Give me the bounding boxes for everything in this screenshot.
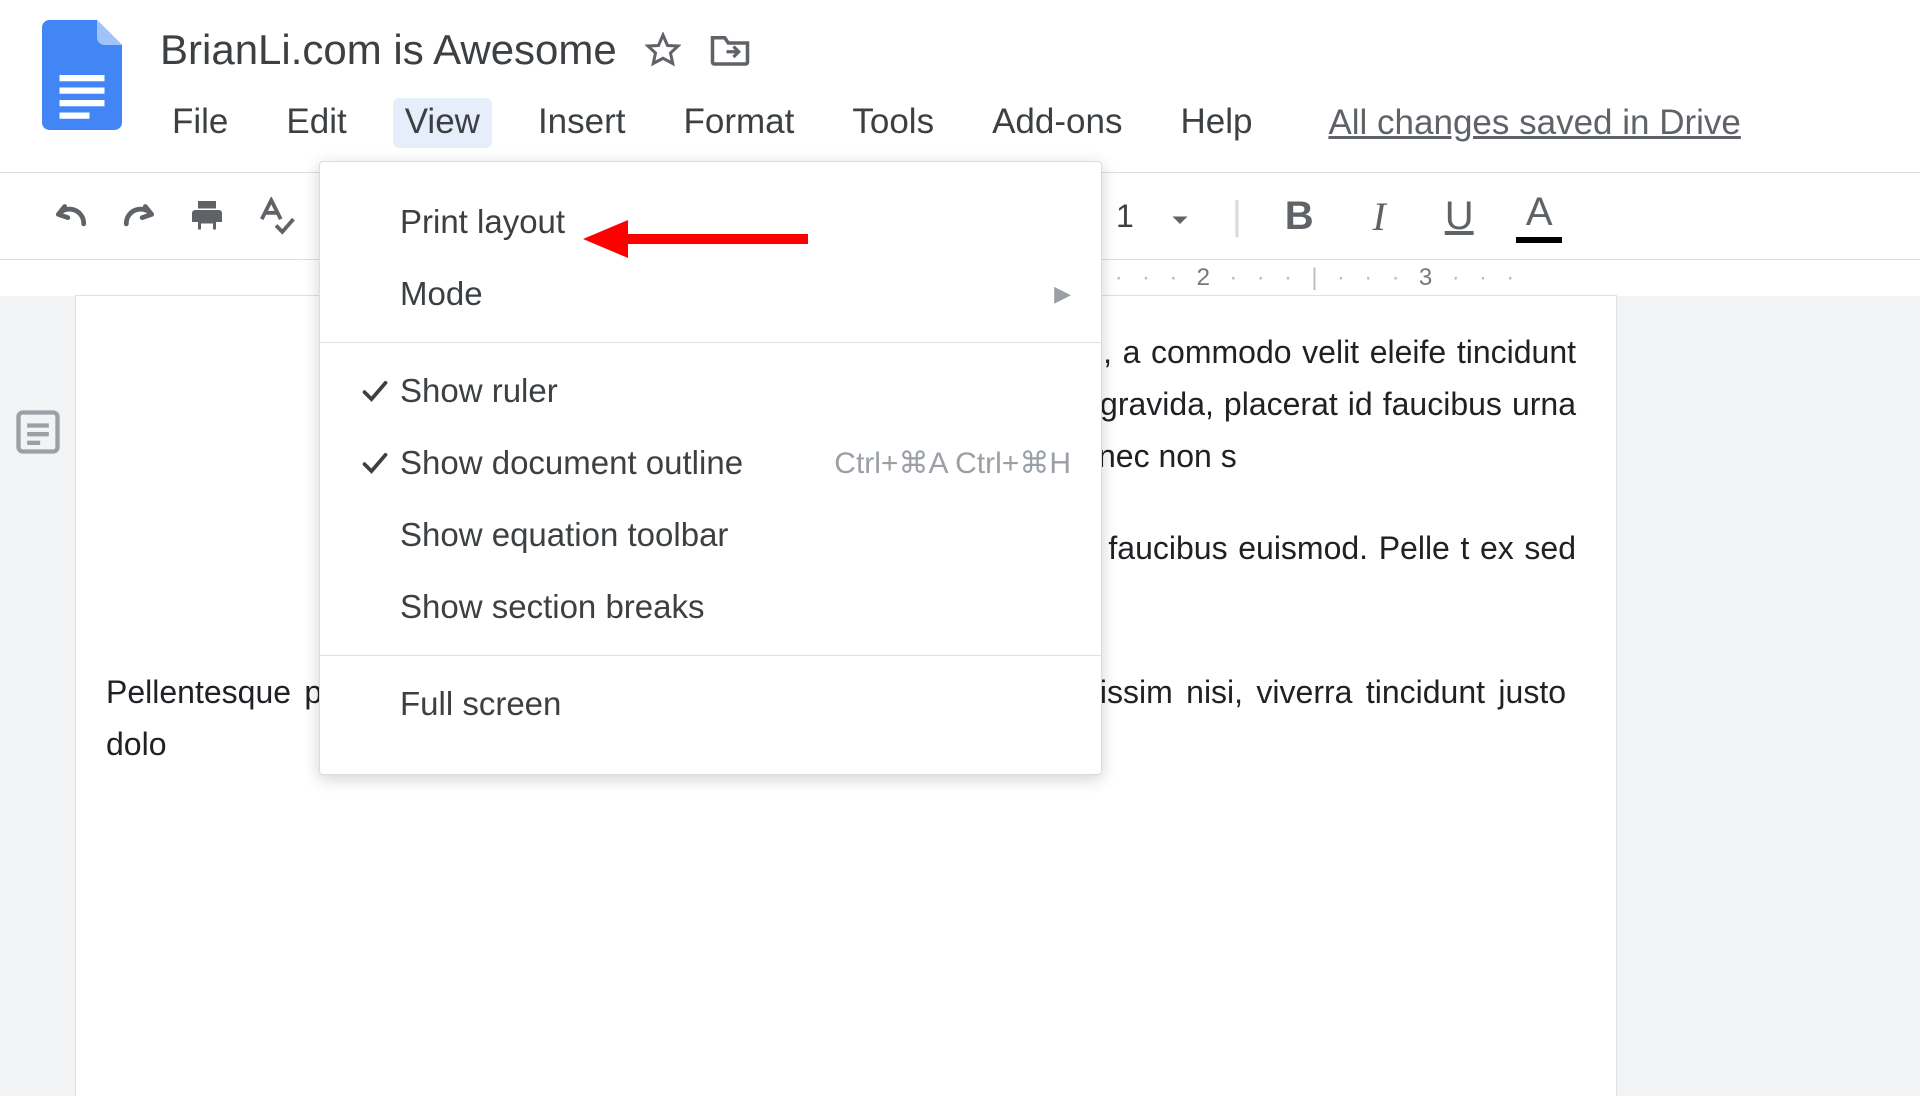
menu-item-full-screen[interactable]: Full screen bbox=[320, 668, 1101, 740]
toolbar-separator: | bbox=[1232, 194, 1242, 239]
submenu-arrow-icon: ▶ bbox=[1054, 281, 1071, 307]
move-folder-icon[interactable] bbox=[709, 32, 751, 68]
menu-item-show-ruler[interactable]: Show ruler bbox=[320, 355, 1101, 427]
ruler-ticks: · · · bbox=[1434, 264, 1525, 292]
outline-icon[interactable] bbox=[12, 406, 64, 1096]
menu-file[interactable]: File bbox=[160, 98, 240, 148]
menu-help[interactable]: Help bbox=[1168, 98, 1264, 148]
font-size-value: 1 bbox=[1116, 198, 1134, 235]
menu-item-shortcut: Ctrl+⌘A Ctrl+⌘H bbox=[834, 446, 1071, 481]
annotation-arrow bbox=[583, 214, 813, 269]
menu-format[interactable]: Format bbox=[672, 98, 807, 148]
menu-item-label: Show section breaks bbox=[400, 588, 1071, 626]
menu-item-label: Show document outline bbox=[400, 444, 834, 482]
save-status[interactable]: All changes saved in Drive bbox=[1328, 103, 1740, 143]
document-title[interactable]: BrianLi.com is Awesome bbox=[160, 26, 617, 74]
docs-logo-icon bbox=[40, 20, 124, 130]
menu-addons[interactable]: Add-ons bbox=[980, 98, 1134, 148]
menu-separator bbox=[320, 655, 1101, 656]
ruler-ticks: · · · bbox=[1106, 264, 1197, 292]
menu-edit[interactable]: Edit bbox=[274, 98, 358, 148]
dropdown-caret-icon bbox=[1170, 198, 1190, 235]
toolbar-right: 1 | B I U A bbox=[1108, 173, 1562, 259]
app-header: BrianLi.com is Awesome File Edit View In… bbox=[0, 0, 1920, 148]
menu-item-show-equation-toolbar[interactable]: Show equation toolbar bbox=[320, 499, 1101, 571]
ruler-mark-2: 2 bbox=[1197, 264, 1212, 292]
title-and-menu: BrianLi.com is Awesome File Edit View In… bbox=[160, 20, 1741, 148]
text-color-button[interactable]: A bbox=[1516, 190, 1562, 243]
ruler-mark-3: 3 bbox=[1419, 264, 1434, 292]
menu-tools[interactable]: Tools bbox=[840, 98, 946, 148]
print-icon[interactable] bbox=[188, 198, 226, 234]
menu-item-show-document-outline[interactable]: Show document outline Ctrl+⌘A Ctrl+⌘H bbox=[320, 427, 1101, 499]
menu-view[interactable]: View bbox=[393, 98, 492, 148]
italic-button[interactable]: I bbox=[1356, 193, 1402, 240]
spellcheck-icon[interactable] bbox=[256, 197, 296, 235]
ruler-ticks: · · · | · · · bbox=[1212, 264, 1419, 292]
star-icon[interactable] bbox=[645, 32, 681, 68]
menu-bar: File Edit View Insert Format Tools Add-o… bbox=[160, 98, 1741, 148]
underline-button[interactable]: U bbox=[1436, 194, 1482, 239]
menu-insert[interactable]: Insert bbox=[526, 98, 638, 148]
undo-icon[interactable] bbox=[52, 201, 90, 231]
check-icon bbox=[350, 451, 400, 475]
left-gutter bbox=[0, 296, 76, 1096]
menu-item-show-section-breaks[interactable]: Show section breaks bbox=[320, 571, 1101, 643]
menu-item-label: Full screen bbox=[400, 685, 1071, 723]
font-size-selector[interactable]: 1 bbox=[1108, 198, 1198, 235]
menu-item-label: Show ruler bbox=[400, 372, 1071, 410]
redo-icon[interactable] bbox=[120, 201, 158, 231]
menu-item-label: Mode bbox=[400, 275, 1054, 313]
menu-item-label: Show equation toolbar bbox=[400, 516, 1071, 554]
menu-separator bbox=[320, 342, 1101, 343]
bold-button[interactable]: B bbox=[1276, 194, 1322, 239]
check-icon bbox=[350, 379, 400, 403]
